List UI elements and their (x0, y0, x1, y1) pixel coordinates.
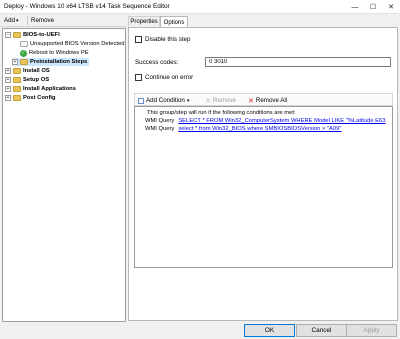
ok-button[interactable]: OK (244, 324, 295, 337)
maximize-button[interactable]: ☐ (364, 0, 382, 14)
folder-icon (13, 77, 21, 83)
collapse-icon[interactable]: − (5, 32, 11, 38)
close-button[interactable]: ✕ (382, 0, 400, 14)
minimize-button[interactable]: — (346, 0, 364, 14)
remove-all-conditions-button[interactable]: ✕ Remove All (248, 96, 287, 105)
conditions-list: This group/step will run if the followin… (134, 106, 393, 268)
remove-x-icon: ✕ (205, 97, 211, 105)
success-codes-label: Success codes: (135, 59, 179, 66)
expand-icon[interactable]: + (5, 86, 11, 92)
chevron-down-icon: ▾ (16, 17, 19, 24)
tree-item-label: Reboot to Windows PE (29, 50, 89, 56)
folder-icon (13, 32, 21, 38)
continue-on-error-checkbox[interactable] (135, 74, 142, 81)
cancel-button[interactable]: Cancel (296, 324, 347, 337)
add-condition-label: Add Condition (146, 97, 185, 104)
remove-label: Remove (31, 17, 55, 24)
add-menu-button[interactable]: Add ▾ (4, 16, 19, 25)
add-condition-icon (138, 97, 144, 104)
tree-item-setup-os[interactable]: + Setup OS (5, 76, 49, 84)
folder-icon (13, 86, 21, 92)
add-condition-button[interactable]: Add Condition ▾ (138, 96, 189, 105)
tree-item-label: Install OS (23, 68, 50, 74)
condition-query-link[interactable]: select * from Win32_BIOS where SMBIOSBIO… (178, 126, 341, 132)
folder-icon (13, 68, 21, 74)
condition-type: WMI Query (145, 126, 175, 132)
expand-icon[interactable]: + (5, 68, 11, 74)
tree-item-label: BIOS-to-UEFI (23, 32, 60, 38)
remove-button[interactable]: Remove (31, 16, 54, 25)
continue-on-error-label: Continue on error (145, 74, 194, 81)
tree-item-label: Unsupported BIOS Version Detected (30, 41, 125, 47)
chevron-down-icon: ▾ (186, 97, 190, 104)
tree-item-unsupported-bios[interactable]: Unsupported BIOS Version Detected (20, 40, 124, 48)
window-title: Deploy - Windows 10 x64 LTSB v14 Task Se… (4, 3, 170, 10)
condition-row[interactable]: WMI Query SELECT * FROM Win32_ComputerSy… (145, 117, 386, 125)
disable-step-label: Disable this step (145, 36, 191, 43)
condition-row[interactable]: WMI Query select * from Win32_BIOS where… (145, 125, 341, 133)
conditions-header: This group/step will run if the followin… (147, 110, 296, 116)
tree-item-label: Setup OS (23, 77, 50, 83)
tree-item-label: Preinstallation Steps (30, 59, 88, 65)
remove-condition-label: Remove (212, 97, 236, 104)
condition-query-link[interactable]: SELECT * FROM Win32_ComputerSystem WHERE… (178, 118, 385, 124)
tree-item-bios-to-uefi[interactable]: − BIOS-to-UEFI (5, 31, 60, 39)
step-icon (20, 41, 28, 47)
remove-all-label: Remove All (255, 97, 288, 104)
tree-item-install-applications[interactable]: + Install Applications (5, 85, 76, 93)
tree-toolbar: Add ▾ Remove (0, 14, 127, 27)
add-label: Add (4, 17, 16, 24)
folder-icon (13, 95, 21, 101)
remove-all-x-icon: ✕ (248, 97, 254, 105)
apply-button[interactable]: Apply (346, 324, 397, 337)
tree-item-label: Install Applications (23, 86, 76, 92)
condition-type: WMI Query (145, 118, 175, 124)
tree-item-preinstallation-steps[interactable]: + Preinstallation Steps (12, 58, 90, 66)
tree-item-label: Post Config (23, 95, 56, 101)
success-codes-input[interactable] (205, 57, 391, 67)
options-panel: Disable this step Success codes: Continu… (128, 27, 398, 321)
folder-icon (20, 59, 28, 65)
check-icon: ✓ (20, 49, 27, 57)
continue-on-error-row[interactable]: Continue on error (135, 74, 193, 81)
expand-icon[interactable]: + (12, 59, 18, 65)
disable-step-row[interactable]: Disable this step (135, 36, 190, 43)
tree-item-post-config[interactable]: + Post Config (5, 94, 56, 102)
expand-icon[interactable]: + (5, 95, 11, 101)
tab-properties[interactable]: Properties (128, 16, 160, 27)
tree-item-reboot-winpe[interactable]: ✓ Reboot to Windows PE (20, 49, 89, 57)
toolbar-divider (27, 16, 28, 25)
task-sequence-tree: − BIOS-to-UEFI Unsupported BIOS Version … (2, 28, 126, 322)
remove-condition-button[interactable]: ✕ Remove (205, 96, 236, 105)
expand-icon[interactable]: + (5, 77, 11, 83)
tree-item-install-os[interactable]: + Install OS (5, 67, 50, 75)
title-bar: Deploy - Windows 10 x64 LTSB v14 Task Se… (0, 0, 400, 14)
conditions-toolbar: Add Condition ▾ ✕ Remove ✕ Remove All (134, 93, 393, 106)
disable-step-checkbox[interactable] (135, 36, 142, 43)
